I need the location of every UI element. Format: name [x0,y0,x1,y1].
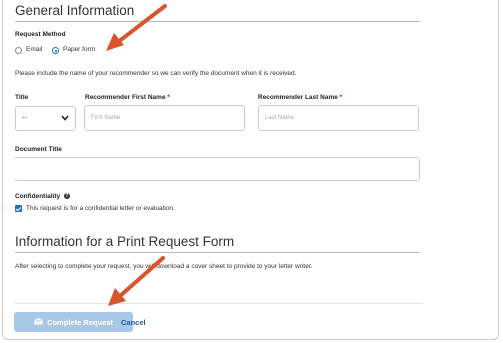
first-name-placeholder: First Name [91,115,121,121]
first-name-input[interactable]: First Name [84,105,245,131]
chevron-down-icon [61,114,69,123]
general-information-heading: General Information [15,3,135,18]
cancel-button[interactable]: Cancel [121,318,146,327]
confidential-checkbox-label[interactable]: This request is for a confidential lette… [26,205,175,212]
last-name-label-text: Recommender Last Name [258,94,338,101]
required-mark: * [167,94,170,101]
email-radio[interactable] [15,47,22,54]
print-request-heading: Information for a Print Request Form [15,234,235,249]
help-icon[interactable]: ? [63,193,70,200]
last-name-input[interactable]: Last Name [258,105,419,131]
heading-divider [15,252,420,253]
recommender-note: Please include the name of your recommen… [15,70,297,77]
first-name-label: Recommender First Name * [85,94,170,101]
document-title-input[interactable] [14,157,420,181]
title-label: Title [15,94,29,101]
title-select-value: -- [22,115,27,122]
complete-request-label: Complete Request [47,317,113,327]
envelope-icon [34,318,43,327]
confidential-checkbox[interactable] [15,205,22,212]
request-method-label: Request Method [15,31,66,38]
footer-divider [15,303,423,304]
complete-request-button[interactable]: Complete Request [14,312,133,332]
required-mark: * [339,94,343,101]
heading-divider [15,21,420,22]
email-radio-label[interactable]: Email [26,46,42,53]
last-name-placeholder: Last Name [265,115,295,121]
last-name-label: Recommender Last Name * [258,94,342,101]
paper-form-radio-label[interactable]: Paper form [63,46,95,53]
confidentiality-label: Confidentiality ? [15,193,70,200]
title-select[interactable]: -- [15,106,76,131]
print-request-note: After selecting to complete your request… [15,263,313,270]
paper-form-radio[interactable] [52,47,59,54]
first-name-label-text: Recommender First Name [85,94,166,101]
confidentiality-label-text: Confidentiality [15,193,61,200]
document-title-label: Document Title [15,146,62,153]
